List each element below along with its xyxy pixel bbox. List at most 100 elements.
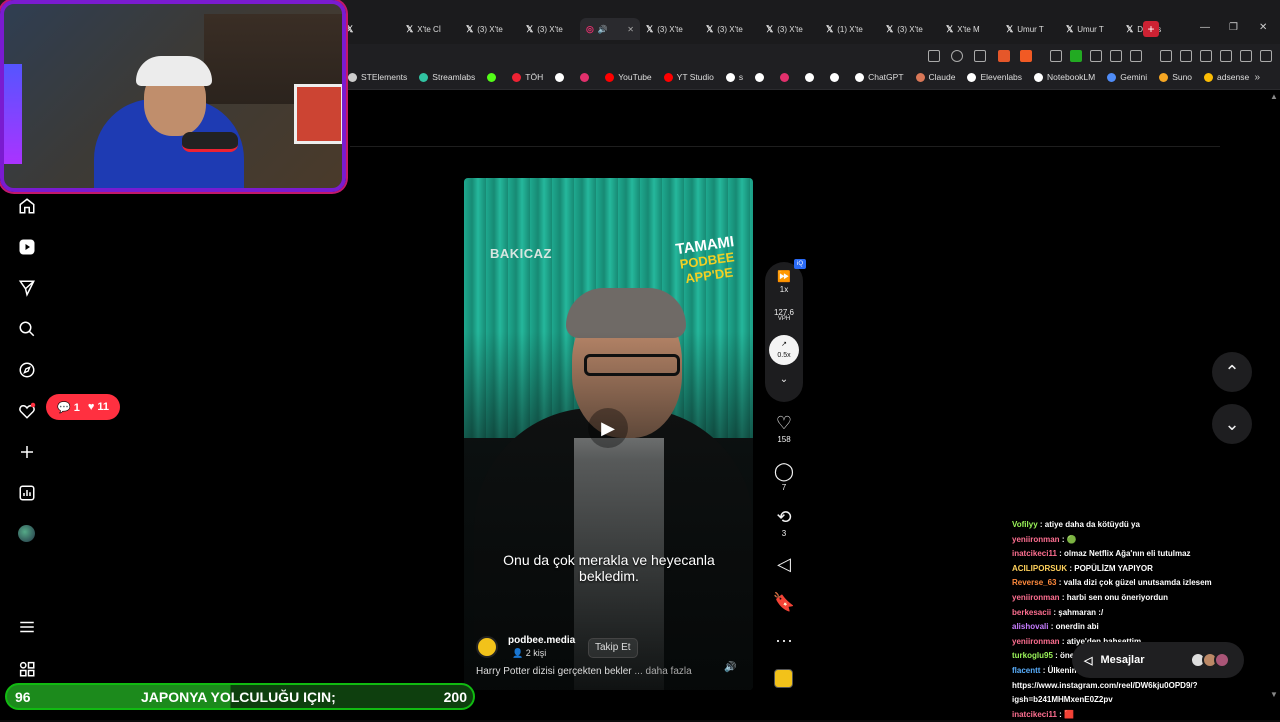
- more-menu-icon[interactable]: [17, 617, 37, 637]
- brave-rewards-icon[interactable]: [1020, 50, 1032, 62]
- bookmark-item[interactable]: Streamlabs: [419, 72, 475, 82]
- brave-shield-icon[interactable]: [998, 50, 1010, 62]
- playback-speed[interactable]: 1x: [765, 285, 803, 294]
- browser-tab[interactable]: 𝕏 Umur T: [1060, 18, 1120, 40]
- browser-tab[interactable]: 𝕏 (3) X'te: [460, 18, 520, 40]
- zoom-icon[interactable]: [951, 50, 963, 62]
- share-icon[interactable]: [974, 50, 986, 62]
- bookmark-item[interactable]: [555, 72, 568, 82]
- wallet-icon[interactable]: [1200, 50, 1212, 62]
- bookmark-item[interactable]: YouTube: [605, 72, 652, 82]
- notification-badge[interactable]: 💬 1 ♥ 11: [46, 394, 120, 420]
- messages-icon[interactable]: [17, 278, 37, 298]
- bookmark-item[interactable]: Claude: [915, 72, 955, 82]
- bookmark-label: TÖH: [525, 72, 544, 82]
- dashboard-icon[interactable]: [17, 483, 37, 503]
- next-reel-button[interactable]: ⌄: [1212, 404, 1252, 444]
- reel-username[interactable]: podbee.media: [508, 635, 575, 646]
- more-options-button[interactable]: ···: [770, 630, 798, 650]
- browser-tab[interactable]: ◎ 🔊 ✕: [580, 18, 640, 40]
- previous-reel-button[interactable]: ⌃: [1212, 352, 1252, 392]
- bookmark-item[interactable]: s: [725, 72, 743, 82]
- minimize-icon[interactable]: —: [1200, 22, 1210, 33]
- browser-tab[interactable]: 𝕏 (3) X'te: [760, 18, 820, 40]
- browser-tab[interactable]: 𝕏 (3) X'te: [700, 18, 760, 40]
- also-from-meta-icon[interactable]: [17, 659, 37, 679]
- scrollbar[interactable]: ▲ ▼: [1268, 90, 1280, 702]
- bookmark-item[interactable]: NotebookLM: [1034, 72, 1095, 82]
- browser-tab[interactable]: 𝕏: [340, 18, 400, 40]
- browser-tab[interactable]: 𝕏 X'te Cİ: [400, 18, 460, 40]
- bookmarks-overflow-icon[interactable]: »: [1254, 72, 1260, 83]
- repost-button[interactable]: ⟲ 3: [770, 507, 798, 538]
- collapse-chevron-icon[interactable]: ⌄: [765, 374, 803, 385]
- new-tab-button[interactable]: +: [1143, 21, 1159, 37]
- chat-username: yeniironman: [1012, 636, 1060, 646]
- notifications-heart-icon[interactable]: [17, 401, 37, 421]
- scroll-up-arrow-icon[interactable]: ▲: [1270, 92, 1278, 101]
- chat-message: ACILIPORSUK : POPÜLİZM YAPIYOR: [1012, 562, 1252, 577]
- reel-collaborators[interactable]: 👤 2 kişi: [512, 648, 546, 659]
- speed-ratio-button[interactable]: ↗ 0.5x: [769, 335, 799, 365]
- bookmark-item[interactable]: adsense: [1204, 72, 1249, 82]
- browser-tab[interactable]: 𝕏 Umur T: [1000, 18, 1060, 40]
- create-icon[interactable]: [17, 442, 37, 462]
- bookmark-item[interactable]: [755, 72, 768, 82]
- screen-icon[interactable]: [928, 50, 940, 62]
- bookmark-item[interactable]: YT Studio: [663, 72, 714, 82]
- maximize-icon[interactable]: ❐: [1229, 22, 1238, 33]
- mute-icon[interactable]: 🔊: [724, 662, 736, 673]
- extension-icon[interactable]: [1070, 50, 1082, 62]
- bookmark-item[interactable]: [780, 72, 793, 82]
- bookmark-item[interactable]: TÖH: [512, 72, 543, 82]
- caption-more-link[interactable]: ... daha fazla: [634, 666, 691, 677]
- bookmark-item[interactable]: [805, 72, 818, 82]
- browser-tab[interactable]: 𝕏 (3) X'te: [640, 18, 700, 40]
- bookmark-item[interactable]: [487, 72, 500, 82]
- microphone: [182, 132, 238, 152]
- extension-icon[interactable]: [1090, 50, 1102, 62]
- x-logo-icon: 𝕏: [826, 23, 834, 34]
- sidebar-icon[interactable]: [1180, 50, 1192, 62]
- bookmark-item[interactable]: [580, 72, 593, 82]
- extension-icon[interactable]: [1130, 50, 1142, 62]
- bookmark-item[interactable]: [830, 72, 843, 82]
- reels-icon[interactable]: [17, 237, 37, 257]
- share-button[interactable]: ◁: [770, 554, 798, 574]
- browser-tab[interactable]: 𝕏 X'te M: [940, 18, 1000, 40]
- bookmark-item[interactable]: STElements: [348, 72, 407, 82]
- reel-video[interactable]: BAKICAZ TAMAMI PODBEE APP'DE ▶ Onu da ço…: [464, 178, 753, 690]
- comment-button[interactable]: ◯ 7: [770, 461, 798, 492]
- leo-ai-icon[interactable]: [1220, 50, 1232, 62]
- follow-button[interactable]: Takip Et: [588, 638, 638, 658]
- fast-forward-icon[interactable]: ⏩: [765, 270, 803, 283]
- bookmark-item[interactable]: Elevenlabs: [967, 72, 1022, 82]
- like-button[interactable]: ♡ 158: [770, 413, 798, 444]
- browser-tab[interactable]: 𝕏 (3) X'te: [880, 18, 940, 40]
- tab-close-icon[interactable]: ✕: [624, 25, 634, 34]
- tab-label: X'te Cİ: [417, 24, 442, 34]
- reel-caption[interactable]: Harry Potter dizisi gerçekten bekler ...…: [476, 666, 716, 677]
- close-window-icon[interactable]: ✕: [1259, 22, 1267, 33]
- home-icon[interactable]: [17, 196, 37, 216]
- browser-tab[interactable]: 𝕏 (3) X'te: [520, 18, 580, 40]
- extension-icon[interactable]: [1050, 50, 1062, 62]
- profile-avatar[interactable]: [18, 525, 35, 542]
- comment-icon: ◯: [773, 461, 795, 481]
- messages-button[interactable]: ◁ Mesajlar: [1072, 642, 1244, 678]
- search-icon[interactable]: [17, 319, 37, 339]
- save-button[interactable]: 🔖: [770, 592, 798, 612]
- bookmark-item[interactable]: Gemini: [1107, 72, 1147, 82]
- scroll-down-arrow-icon[interactable]: ▼: [1270, 690, 1278, 699]
- menu-icon[interactable]: [1260, 50, 1272, 62]
- reel-author-avatar[interactable]: [476, 636, 498, 658]
- music-icon[interactable]: [1160, 50, 1172, 62]
- puzzle-icon[interactable]: [1110, 50, 1122, 62]
- play-icon[interactable]: ▶: [588, 408, 628, 448]
- bookmark-item[interactable]: Suno: [1159, 72, 1192, 82]
- vpn-icon[interactable]: [1240, 50, 1252, 62]
- browser-tab[interactable]: 𝕏 (1) X'te: [820, 18, 880, 40]
- bookmark-item[interactable]: ChatGPT: [855, 72, 904, 82]
- audio-thumbnail[interactable]: [774, 669, 793, 688]
- explore-icon[interactable]: [17, 360, 37, 380]
